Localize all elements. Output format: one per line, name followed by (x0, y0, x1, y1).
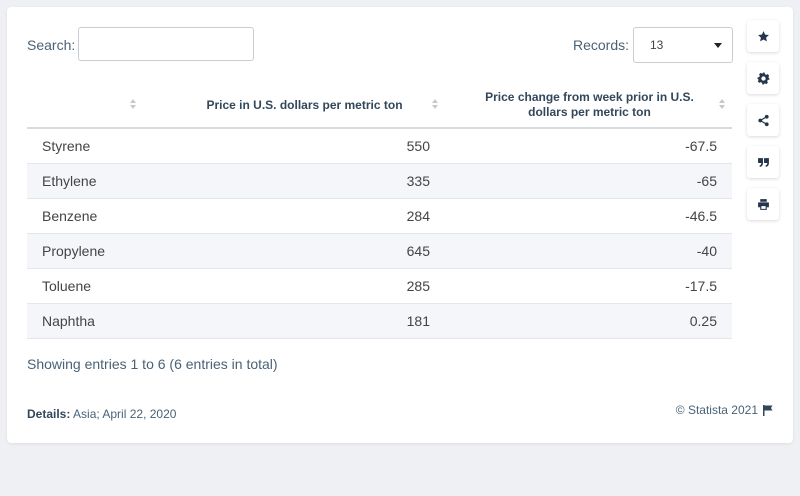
cell-product: Propylene (42, 243, 106, 259)
table-row: Propylene 645 -40 (27, 234, 732, 269)
cell-price: 335 (406, 173, 430, 189)
cell-change: 0.25 (689, 313, 717, 329)
settings-button[interactable] (747, 62, 779, 94)
print-icon (757, 198, 769, 210)
search-label: Search: (27, 37, 76, 53)
details-link[interactable]: Asia; April 22, 2020 (73, 407, 176, 421)
sort-icon (130, 98, 138, 112)
details-label: Details: (27, 407, 71, 421)
gear-icon (757, 72, 769, 84)
column-header-change[interactable]: Price change from week prior in U.S. dol… (447, 83, 732, 127)
copyright: © Statista 2021 (676, 403, 773, 417)
quote-icon (757, 157, 769, 167)
entries-info: Showing entries 1 to 6 (6 entries in tot… (27, 356, 278, 372)
toolbar (747, 20, 779, 230)
column-header-price[interactable]: Price in U.S. dollars per metric ton (162, 83, 447, 127)
cell-change: -40 (696, 243, 717, 259)
cell-price: 645 (406, 243, 430, 259)
table-row: Benzene 284 -46.5 (27, 199, 732, 234)
cell-change: -17.5 (685, 278, 717, 294)
cite-button[interactable] (747, 146, 779, 178)
cell-product: Naphtha (42, 313, 95, 329)
share-button[interactable] (747, 104, 779, 136)
table-row: Naphtha 181 0.25 (27, 304, 732, 339)
cell-price: 181 (406, 313, 430, 329)
records-value: 13 (650, 38, 664, 52)
copyright-text[interactable]: © Statista 2021 (676, 403, 758, 417)
search-input[interactable] (78, 27, 254, 61)
table-card: Search: Records: 13 Price in U.S. dollar… (7, 7, 793, 443)
cell-change: -46.5 (685, 208, 717, 224)
cell-change: -65 (696, 173, 717, 189)
cell-price: 550 (406, 138, 430, 154)
sort-icon (432, 98, 440, 112)
sort-icon (719, 98, 727, 112)
caret-down-icon (714, 43, 722, 48)
table-header: Price in U.S. dollars per metric ton Pri… (27, 83, 732, 129)
records-select[interactable]: 13 (633, 27, 733, 63)
table-row: Ethylene 335 -65 (27, 164, 732, 199)
star-icon (757, 30, 769, 41)
share-icon (757, 114, 769, 126)
cell-price: 284 (406, 208, 430, 224)
records-label: Records: (573, 37, 630, 53)
cell-change: -67.5 (685, 138, 717, 154)
table-row: Toluene 285 -17.5 (27, 269, 732, 304)
cell-product: Styrene (42, 138, 91, 154)
cell-product: Benzene (42, 208, 98, 224)
table-row: Styrene 550 -67.5 (27, 129, 732, 164)
print-button[interactable] (747, 188, 779, 220)
cell-product: Toluene (42, 278, 92, 294)
cell-price: 285 (406, 278, 430, 294)
flag-icon[interactable] (763, 404, 773, 416)
data-table: Price in U.S. dollars per metric ton Pri… (27, 83, 732, 339)
favorite-button[interactable] (747, 20, 779, 52)
column-header-name[interactable] (27, 83, 147, 127)
details: Details: Asia; April 22, 2020 (27, 407, 176, 421)
cell-product: Ethylene (42, 173, 97, 189)
